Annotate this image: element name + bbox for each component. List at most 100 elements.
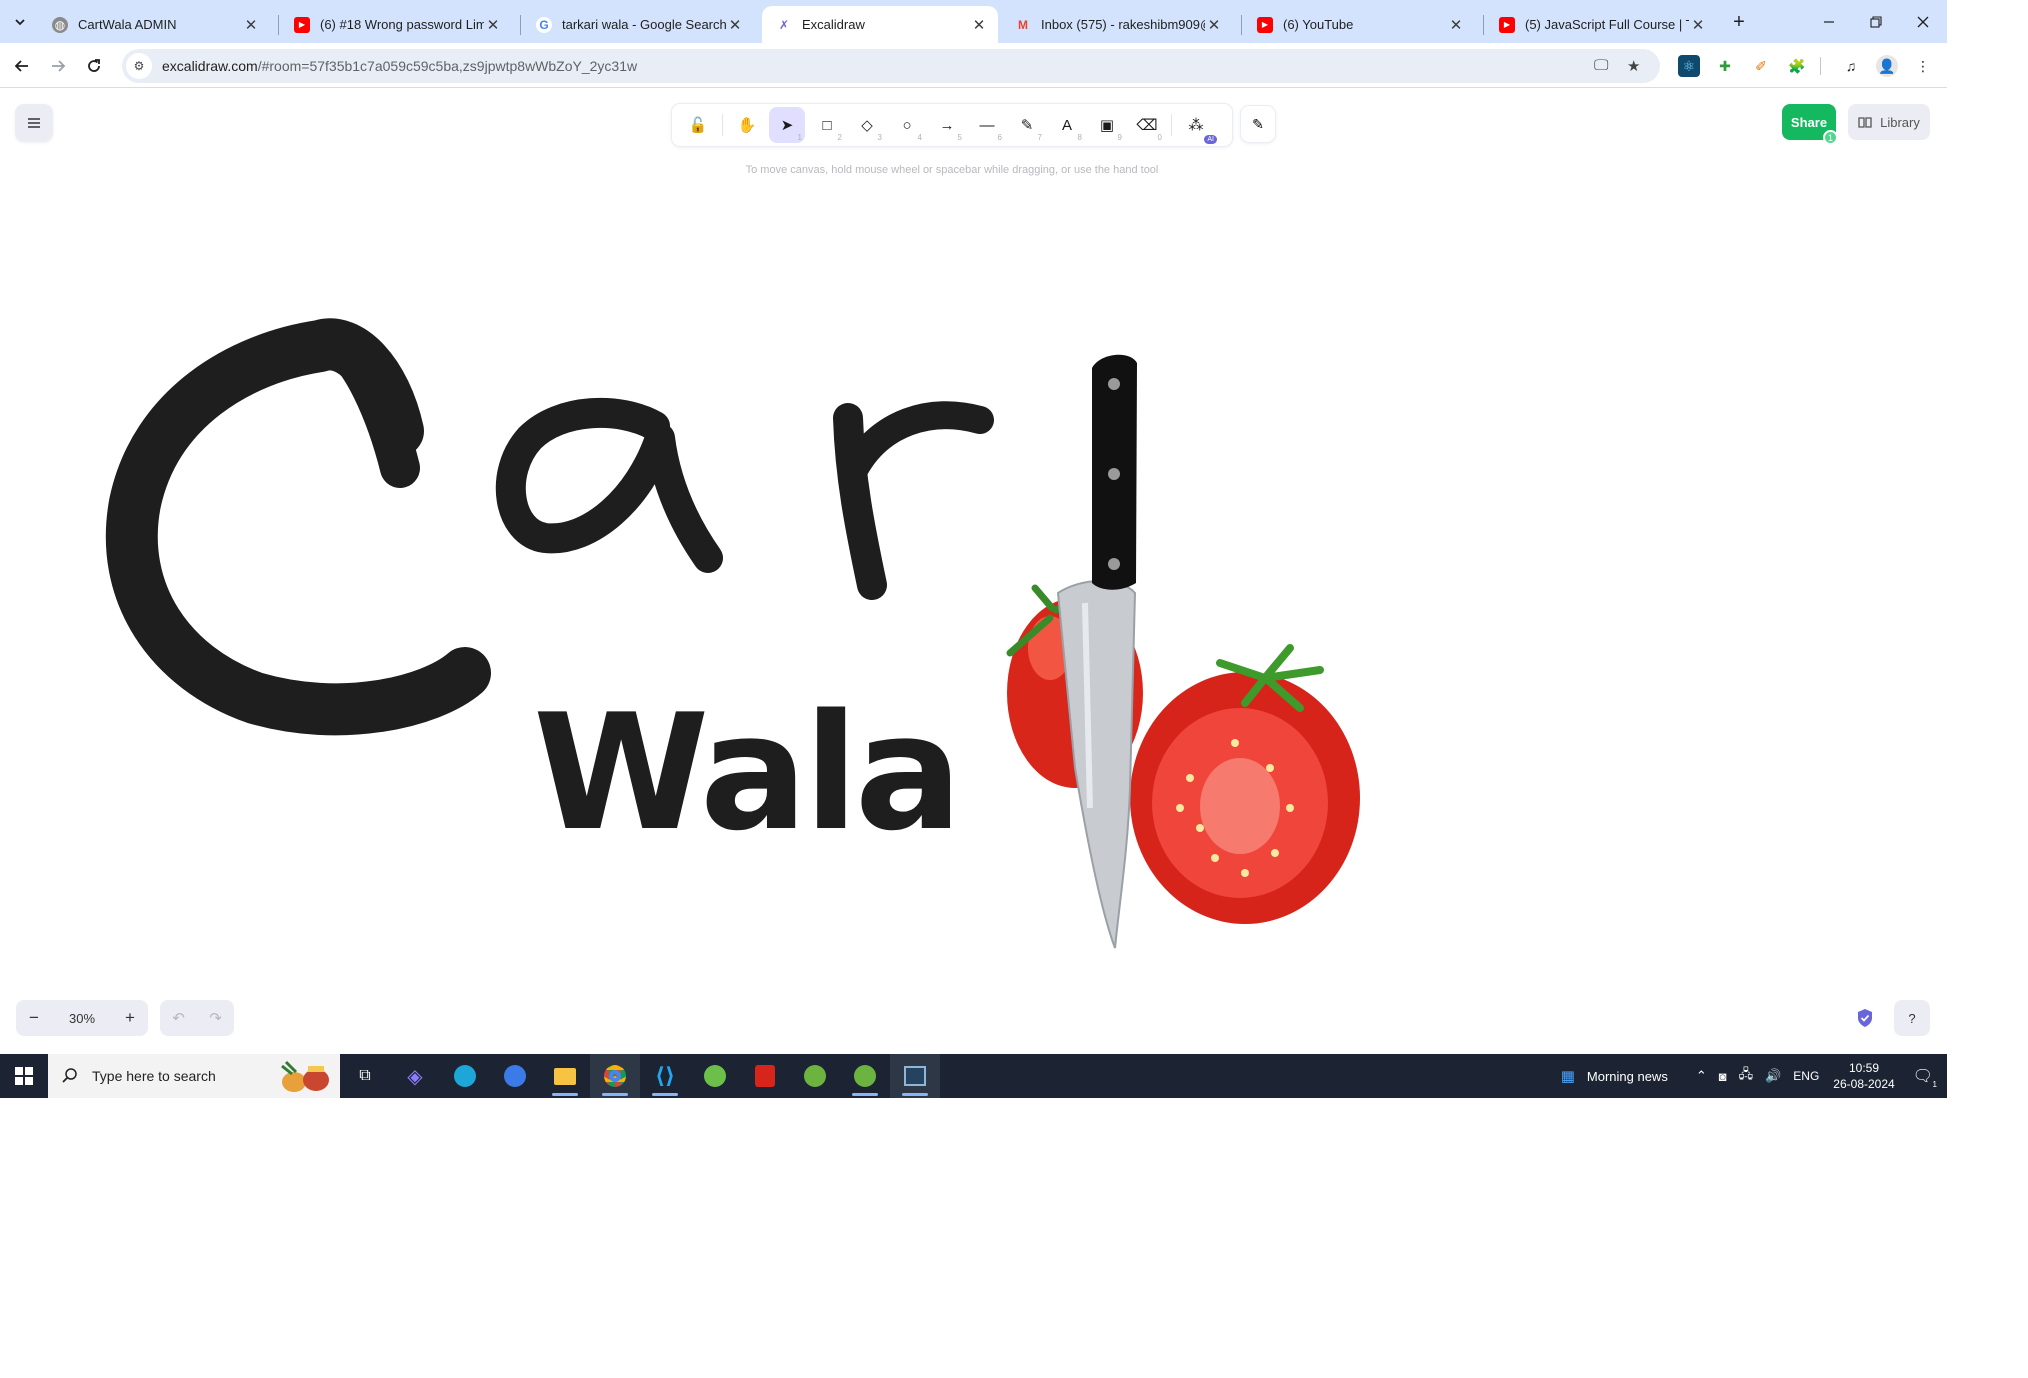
minimize-button[interactable] bbox=[1816, 9, 1842, 35]
mysql-workbench-app[interactable] bbox=[890, 1054, 940, 1098]
tab-gmail-inbox[interactable]: M Inbox (575) - rakeshibm909@g ✕ bbox=[1001, 6, 1233, 43]
library-button[interactable]: Library bbox=[1848, 104, 1930, 140]
undo-button[interactable]: ↶ bbox=[172, 1009, 185, 1027]
drawing-canvas[interactable]: Wala bbox=[0, 88, 1947, 1054]
tab-cartwala-admin[interactable]: ◍ CartWala ADMIN ✕ bbox=[38, 6, 270, 43]
edge-app[interactable] bbox=[440, 1054, 490, 1098]
new-tab-button[interactable]: + bbox=[1726, 9, 1752, 35]
spring-tool-app-2[interactable] bbox=[840, 1054, 890, 1098]
hand-tool-button[interactable]: ✋ bbox=[729, 107, 765, 143]
profile-avatar-icon[interactable]: 👤 bbox=[1876, 55, 1898, 77]
install-app-icon[interactable]: 🖵 bbox=[1594, 57, 1608, 74]
handwritten-letter-r-arm[interactable] bbox=[841, 401, 994, 482]
encryption-shield-icon[interactable] bbox=[1851, 1004, 1879, 1032]
line-tool-button[interactable]: —6 bbox=[969, 107, 1005, 143]
zoom-in-button[interactable]: + bbox=[112, 1000, 148, 1036]
spring-leaf-icon bbox=[854, 1065, 876, 1087]
language-indicator[interactable]: ENG bbox=[1793, 1069, 1819, 1083]
hamburger-menu-icon bbox=[28, 118, 40, 128]
tab-google-search[interactable]: G tarkari wala - Google Search ✕ bbox=[522, 6, 754, 43]
start-button[interactable] bbox=[0, 1054, 48, 1098]
vscode-app[interactable]: ⟨⟩ bbox=[640, 1054, 690, 1098]
volume-icon[interactable]: 🔊 bbox=[1765, 1068, 1781, 1084]
task-view-button[interactable]: ⧉ bbox=[340, 1054, 390, 1098]
cursor-icon: ➤ bbox=[780, 117, 794, 134]
copilot-app[interactable]: ◈ bbox=[390, 1054, 440, 1098]
redo-button[interactable]: ↷ bbox=[209, 1009, 222, 1027]
utorrent-app[interactable] bbox=[690, 1054, 740, 1098]
url-bar[interactable]: ⚙ excalidraw.com/#room=57f35b1c7a059c59c… bbox=[122, 49, 1660, 83]
handwritten-letter-c[interactable] bbox=[105, 318, 491, 736]
chevron-up-icon[interactable]: ⌃ bbox=[1696, 1068, 1707, 1084]
tomato-knife-image[interactable] bbox=[1006, 354, 1360, 949]
close-icon[interactable]: ✕ bbox=[1205, 16, 1223, 34]
site-info-icon[interactable]: ⚙ bbox=[126, 53, 152, 79]
toolbar-divider bbox=[1820, 57, 1821, 75]
help-button[interactable]: ? bbox=[1894, 1000, 1930, 1036]
excalidraw-app: Wala 🔓 ✋ ➤ 1 □ 2 ◇ 3 ○ 4 → 5 — 6 ✎ 7 A 8… bbox=[0, 88, 1947, 1054]
library-label: Library bbox=[1880, 114, 1920, 130]
zoom-level[interactable]: 30% bbox=[52, 1011, 112, 1026]
handwritten-letter-a[interactable] bbox=[495, 397, 723, 573]
close-icon[interactable]: ✕ bbox=[726, 16, 744, 34]
tab-javascript-course[interactable]: ▶ (5) JavaScript Full Course | Tem ✕ bbox=[1485, 6, 1717, 43]
rectangle-tool-button[interactable]: □ 2 bbox=[809, 107, 845, 143]
more-menu-icon[interactable]: ⋮ bbox=[1912, 55, 1934, 77]
ai-badge: AI bbox=[1204, 135, 1217, 144]
image-tool-button[interactable]: ▣ 9 bbox=[1089, 107, 1125, 143]
back-arrow-icon bbox=[14, 60, 28, 72]
more-tools-button[interactable]: ⁂ AI bbox=[1178, 107, 1217, 144]
zoom-out-button[interactable]: − bbox=[16, 1000, 52, 1036]
laser-pointer-button[interactable]: ✎ bbox=[1241, 106, 1275, 142]
selection-tool-button[interactable]: ➤ 1 bbox=[769, 107, 805, 143]
shortcut-key: 2 bbox=[837, 133, 842, 142]
lock-tool-button[interactable]: 🔓 bbox=[680, 107, 716, 143]
tab-youtube-password[interactable]: ▶ (6) #18 Wrong password Limit ✕ bbox=[280, 6, 512, 43]
tab-search-button[interactable] bbox=[7, 9, 33, 35]
wala-title[interactable]: Wala bbox=[533, 679, 963, 866]
tab-youtube[interactable]: ▶ (6) YouTube ✕ bbox=[1243, 6, 1475, 43]
tab-excalidraw[interactable]: ✗ Excalidraw ✕ bbox=[762, 6, 998, 43]
text-tool-button[interactable]: A8 bbox=[1049, 107, 1085, 143]
back-button[interactable] bbox=[8, 52, 36, 80]
diamond-tool-button[interactable]: ◇ 3 bbox=[849, 107, 885, 143]
rectangle-icon: □ bbox=[822, 116, 832, 134]
notification-center-icon[interactable]: 🗨 1 bbox=[1913, 1066, 1937, 1089]
file-explorer-app[interactable] bbox=[540, 1054, 590, 1098]
notification-count: 1 bbox=[1932, 1080, 1937, 1089]
close-icon[interactable]: ✕ bbox=[242, 16, 260, 34]
network-icon[interactable]: 🖧 bbox=[1739, 1065, 1754, 1087]
line-icon: — bbox=[979, 116, 995, 134]
shortcut-key: 1 bbox=[797, 133, 802, 142]
windows-logo-icon bbox=[15, 1067, 33, 1085]
close-icon[interactable]: ✕ bbox=[1447, 16, 1465, 34]
taskbar-search[interactable]: Type here to search bbox=[48, 1054, 340, 1098]
news-widget-icon[interactable]: ▦ bbox=[1561, 1067, 1575, 1085]
extensions-icon[interactable]: 🧩 bbox=[1786, 55, 1808, 77]
close-icon[interactable]: ✕ bbox=[970, 16, 988, 34]
eraser-tool-button[interactable]: ⌫ 0 bbox=[1129, 107, 1165, 143]
main-menu-button[interactable] bbox=[16, 105, 52, 141]
chrome-app[interactable] bbox=[590, 1054, 640, 1098]
spring-tool-app[interactable] bbox=[790, 1054, 840, 1098]
react-devtools-icon[interactable]: ⚛ bbox=[1678, 55, 1700, 77]
camera-icon[interactable]: ◙ bbox=[1719, 1069, 1727, 1084]
bookmark-star-icon[interactable]: ★ bbox=[1627, 57, 1640, 75]
news-widget-label[interactable]: Morning news bbox=[1587, 1069, 1668, 1084]
forward-button[interactable] bbox=[44, 52, 72, 80]
ellipse-tool-button[interactable]: ○ 4 bbox=[889, 107, 925, 143]
media-controls-icon[interactable]: ♫ bbox=[1840, 55, 1862, 77]
close-icon[interactable]: ✕ bbox=[484, 16, 502, 34]
color-picker-icon[interactable]: ✐ bbox=[1750, 55, 1772, 77]
arrow-tool-button[interactable]: → 5 bbox=[929, 107, 965, 143]
firefox-app[interactable] bbox=[490, 1054, 540, 1098]
reload-button[interactable] bbox=[80, 52, 108, 80]
clock[interactable]: 10:59 26-08-2024 bbox=[1833, 1060, 1894, 1092]
restore-button[interactable] bbox=[1863, 9, 1889, 35]
close-icon[interactable]: ✕ bbox=[1689, 16, 1707, 34]
draw-tool-button[interactable]: ✎ 7 bbox=[1009, 107, 1045, 143]
close-window-button[interactable] bbox=[1910, 9, 1936, 35]
extension-puzzle-color-icon[interactable]: ✚ bbox=[1714, 55, 1736, 77]
shortcut-key: 7 bbox=[1037, 133, 1042, 142]
acrobat-app[interactable] bbox=[740, 1054, 790, 1098]
